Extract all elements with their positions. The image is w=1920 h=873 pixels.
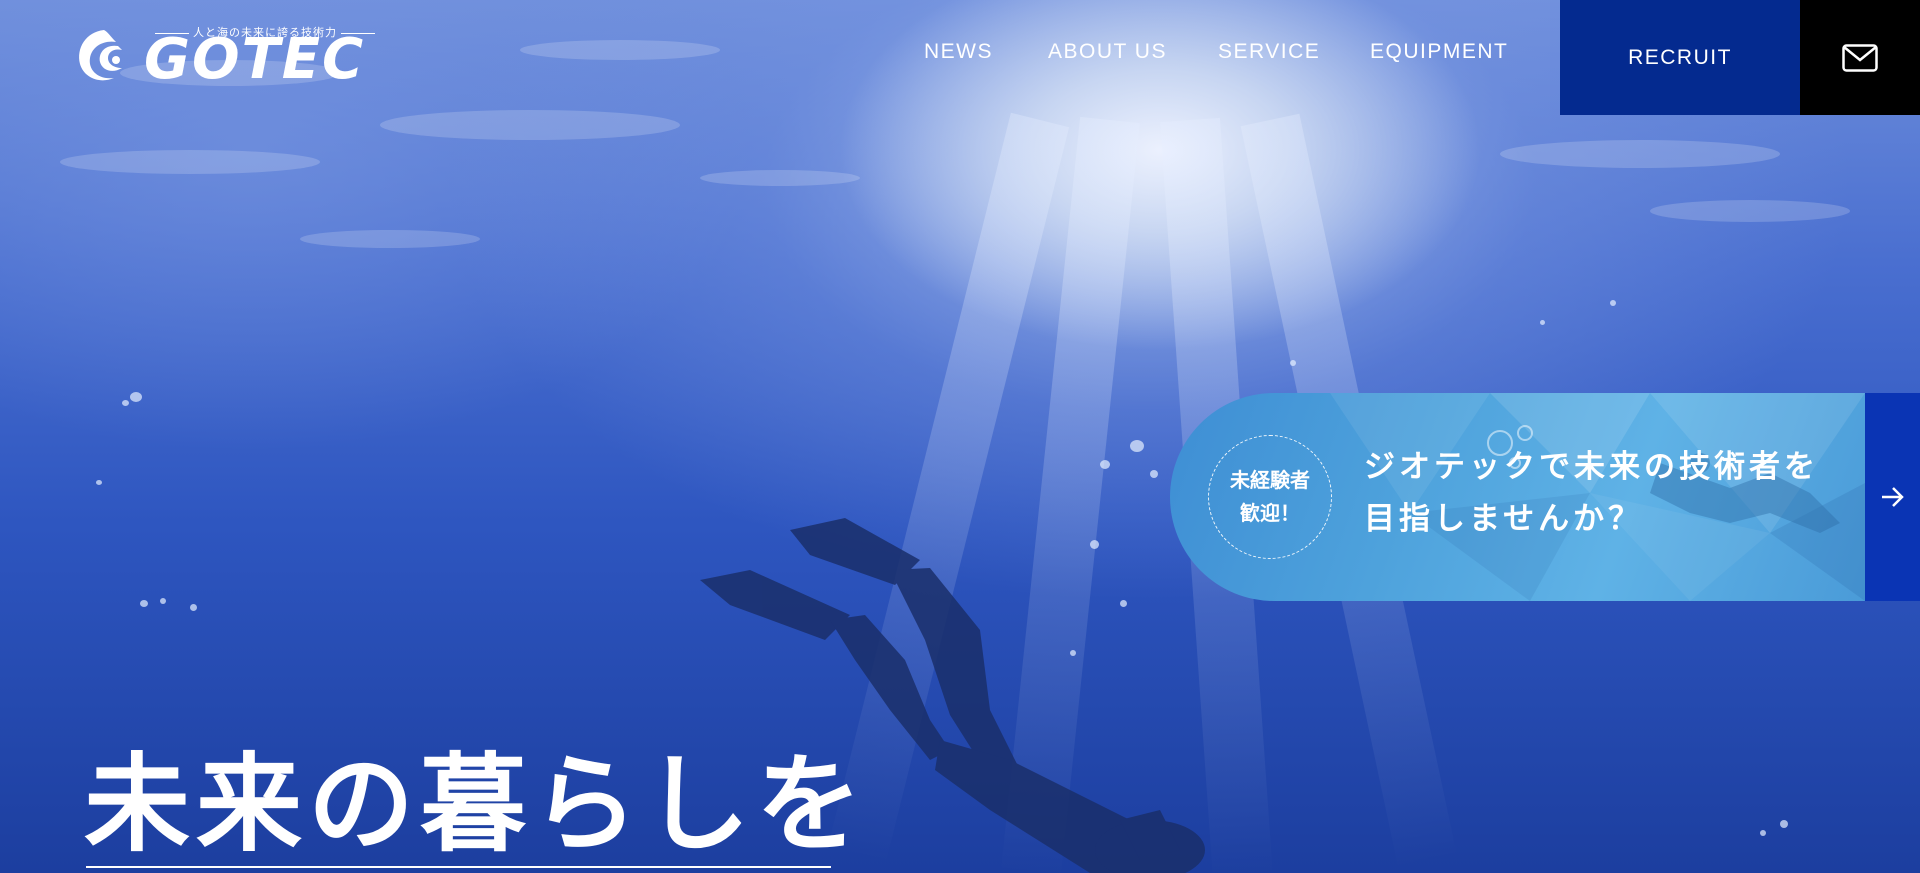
hero-section: 人と海の未来に誇る技術力 GOTEC NEWS ABOUT US SERVICE… xyxy=(0,0,1920,873)
nav-equipment[interactable]: EQUIPMENT xyxy=(1370,40,1508,64)
nav-service[interactable]: SERVICE xyxy=(1218,40,1320,64)
headline-underline xyxy=(86,866,831,868)
banner-message: ジオテックで未来の技術者を 目指しませんか？ xyxy=(1364,441,1819,545)
badge-line-2: 歓迎！ xyxy=(1240,501,1300,525)
badge-line-1: 未経験者 xyxy=(1230,468,1310,492)
nav-news[interactable]: NEWS xyxy=(924,40,993,64)
inexperienced-welcome-badge: 未経験者 歓迎！ xyxy=(1208,435,1332,559)
banner-arrow-button[interactable] xyxy=(1865,393,1920,601)
recruit-banner-body[interactable]: 未経験者 歓迎！ ジオテックで未来の技術者を 目指しませんか？ xyxy=(1170,393,1865,601)
banner-text-line-2: 目指しませんか？ xyxy=(1364,501,1644,537)
mail-icon xyxy=(1842,43,1878,72)
site-header: 人と海の未来に誇る技術力 GOTEC NEWS ABOUT US SERVICE… xyxy=(0,0,1920,115)
recruit-button-label: RECRUIT xyxy=(1628,45,1732,69)
banner-text-line-1: ジオテックで未来の技術者を xyxy=(1364,449,1819,485)
logo-wordmark: GOTEC xyxy=(144,27,366,92)
arrow-right-icon xyxy=(1881,487,1904,507)
recruit-banner[interactable]: 未経験者 歓迎！ ジオテックで未来の技術者を 目指しませんか？ xyxy=(1170,393,1920,601)
recruit-button[interactable]: RECRUIT xyxy=(1560,0,1800,115)
contact-mail-button[interactable] xyxy=(1800,0,1920,115)
nav-about-us[interactable]: ABOUT US xyxy=(1048,40,1167,64)
wave-logo-icon xyxy=(79,30,122,81)
hero-headline: 未来の暮らしを xyxy=(84,743,868,866)
gotec-logo[interactable]: 人と海の未来に誇る技術力 GOTEC xyxy=(74,22,394,92)
